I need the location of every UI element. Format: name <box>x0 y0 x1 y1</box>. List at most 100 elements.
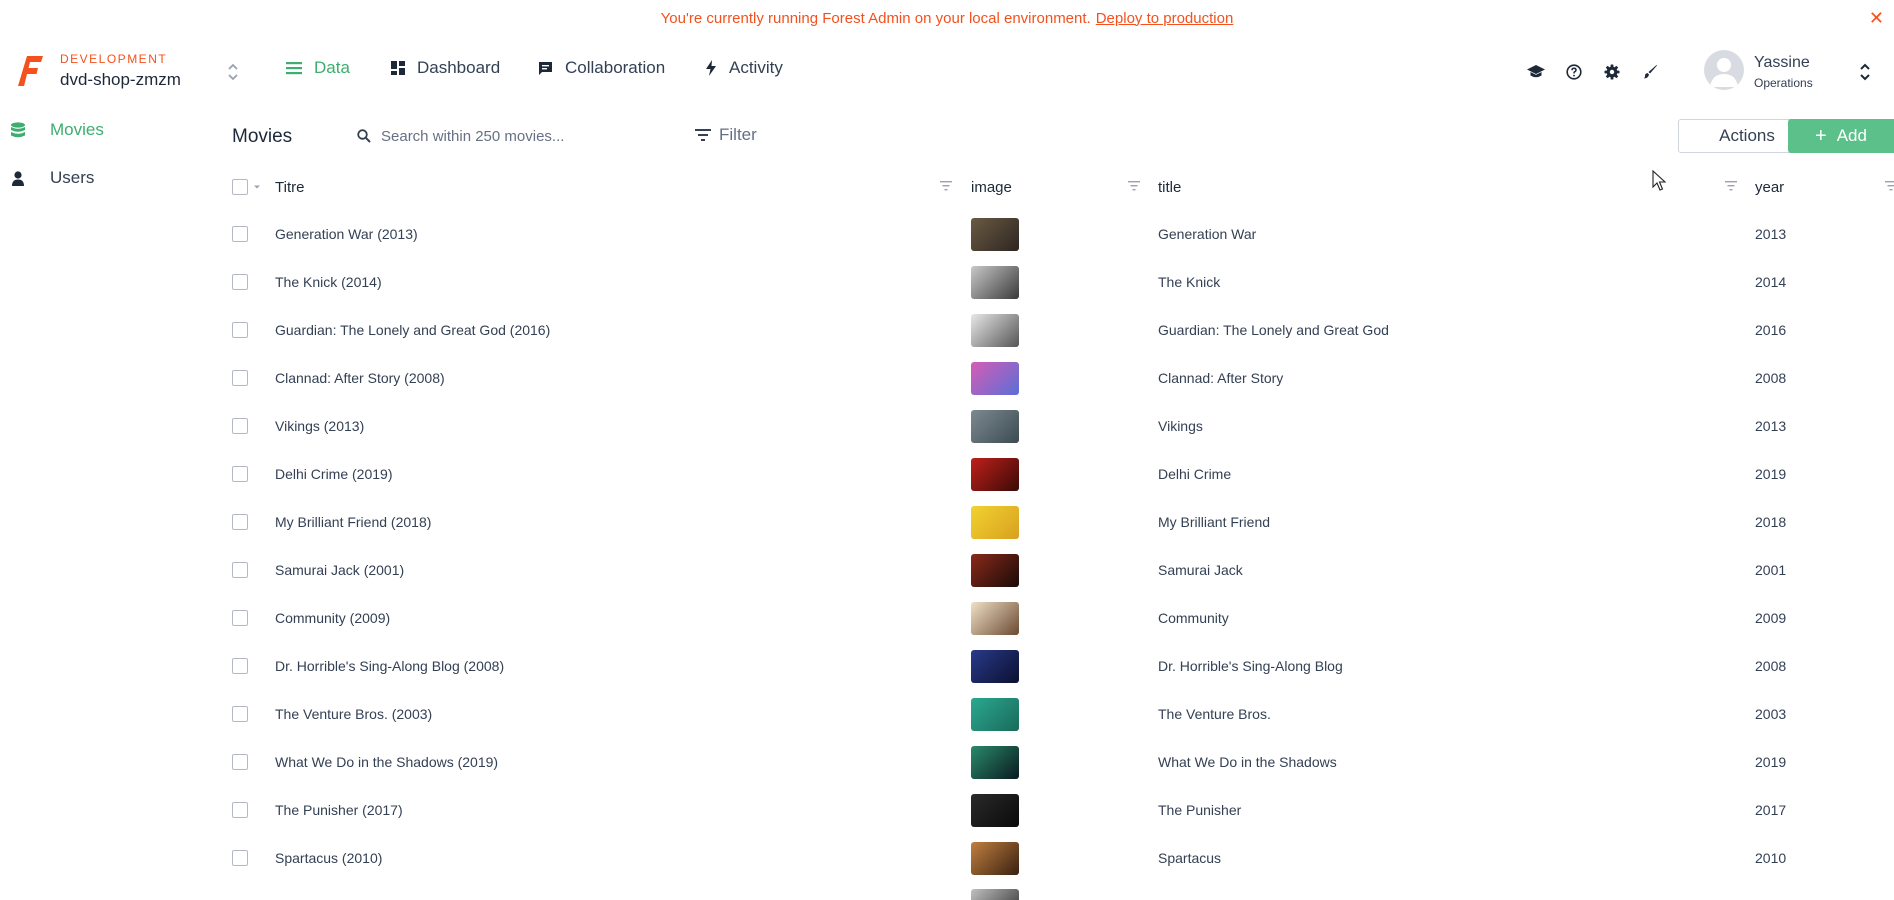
cell-image[interactable] <box>971 306 1019 354</box>
column-header-title[interactable]: title <box>1158 164 1181 210</box>
row-checkbox[interactable] <box>232 514 248 530</box>
cell-image[interactable] <box>971 354 1019 402</box>
table-row[interactable]: My Brilliant Friend (2018) My Brilliant F… <box>215 498 1894 546</box>
table-row[interactable]: Guardian: The Lonely and Great God (2016… <box>215 306 1894 354</box>
cell-image[interactable] <box>971 258 1019 306</box>
deploy-to-production-link[interactable]: Deploy to production <box>1096 10 1234 27</box>
cell-image[interactable] <box>971 402 1019 450</box>
cell-image[interactable] <box>971 786 1019 834</box>
avatar[interactable] <box>1704 50 1744 90</box>
column-filter-icon[interactable] <box>1885 181 1894 191</box>
cell-year[interactable]: 2008 <box>1755 642 1786 690</box>
cell-titre[interactable]: Guardian: The Lonely and Great God (2016… <box>275 306 550 354</box>
nav-collaboration[interactable]: Collaboration <box>538 58 665 78</box>
filter-button[interactable]: Filter <box>695 125 757 145</box>
cell-image[interactable] <box>971 642 1019 690</box>
movie-poster-image[interactable] <box>971 217 1019 251</box>
table-row[interactable]: Samurai Jack (2001) Samurai Jack 2001 <box>215 546 1894 594</box>
table-row[interactable]: The Punisher (2017) The Punisher 2017 <box>215 786 1894 834</box>
table-row[interactable]: Clannad: After Story (2008) Clannad: Afte… <box>215 354 1894 402</box>
cell-image[interactable] <box>971 594 1019 642</box>
movie-poster-image[interactable] <box>971 553 1019 587</box>
chevron-up-down-icon[interactable] <box>226 60 240 84</box>
table-row[interactable]: The Knick (2014) The Knick 2014 <box>215 258 1894 306</box>
row-checkbox[interactable] <box>232 226 248 242</box>
row-select[interactable] <box>232 354 248 402</box>
cell-titre[interactable]: Spartacus (2010) <box>275 834 382 882</box>
table-row[interactable] <box>215 882 1894 900</box>
cell-titre[interactable]: Vikings (2013) <box>275 402 364 450</box>
row-select[interactable] <box>232 498 248 546</box>
movie-poster-image[interactable] <box>971 841 1019 875</box>
row-checkbox[interactable] <box>232 754 248 770</box>
cell-title[interactable]: Guardian: The Lonely and Great God <box>1158 306 1389 354</box>
cell-image[interactable] <box>971 498 1019 546</box>
movie-poster-image[interactable] <box>971 745 1019 779</box>
column-header-year[interactable]: year <box>1755 164 1784 210</box>
movie-poster-image[interactable] <box>971 793 1019 827</box>
row-select[interactable] <box>232 306 248 354</box>
cell-titre[interactable]: Generation War (2013) <box>275 210 418 258</box>
gear-icon[interactable] <box>1602 62 1622 82</box>
movie-poster-image[interactable] <box>971 361 1019 395</box>
select-all[interactable] <box>232 164 261 210</box>
cell-image[interactable] <box>971 210 1019 258</box>
cell-title[interactable]: Clannad: After Story <box>1158 354 1283 402</box>
movie-poster-image[interactable] <box>971 889 1019 900</box>
table-row[interactable]: Community (2009) Community 2009 <box>215 594 1894 642</box>
cell-year[interactable]: 2001 <box>1755 546 1786 594</box>
project-selector[interactable]: DEVELOPMENT dvd-shop-zmzm <box>60 52 181 90</box>
nav-dashboard[interactable]: Dashboard <box>391 58 500 78</box>
row-checkbox[interactable] <box>232 466 248 482</box>
table-row[interactable]: The Venture Bros. (2003) The Venture Bros… <box>215 690 1894 738</box>
cell-titre[interactable]: The Venture Bros. (2003) <box>275 690 432 738</box>
cell-image[interactable] <box>971 882 1019 900</box>
row-checkbox[interactable] <box>232 706 248 722</box>
help-icon[interactable] <box>1564 62 1584 82</box>
row-checkbox[interactable] <box>232 658 248 674</box>
cell-title[interactable]: The Knick <box>1158 258 1220 306</box>
cell-title[interactable]: Generation War <box>1158 210 1256 258</box>
cell-year[interactable]: 2009 <box>1755 594 1786 642</box>
cell-title[interactable]: Samurai Jack <box>1158 546 1243 594</box>
column-header-image[interactable]: image <box>971 164 1012 210</box>
row-select[interactable] <box>232 546 248 594</box>
cell-year[interactable]: 2013 <box>1755 210 1786 258</box>
nav-data[interactable]: Data <box>286 58 350 78</box>
row-select[interactable] <box>232 834 248 882</box>
movie-poster-image[interactable] <box>971 457 1019 491</box>
cell-titre[interactable]: Samurai Jack (2001) <box>275 546 404 594</box>
search-box[interactable] <box>340 122 740 150</box>
table-row[interactable]: Delhi Crime (2019) Delhi Crime 2019 <box>215 450 1894 498</box>
cell-titre[interactable]: Clannad: After Story (2008) <box>275 354 445 402</box>
sidebar-item-movies[interactable]: Movies <box>0 106 215 154</box>
movie-poster-image[interactable] <box>971 313 1019 347</box>
cell-titre[interactable]: What We Do in the Shadows (2019) <box>275 738 498 786</box>
movie-poster-image[interactable] <box>971 649 1019 683</box>
cell-year[interactable]: 2008 <box>1755 354 1786 402</box>
row-select[interactable] <box>232 450 248 498</box>
search-input[interactable] <box>381 127 721 145</box>
table-row[interactable]: Generation War (2013) Generation War 2013 <box>215 210 1894 258</box>
row-checkbox[interactable] <box>232 370 248 386</box>
row-select[interactable] <box>232 738 248 786</box>
row-checkbox[interactable] <box>232 322 248 338</box>
movie-poster-image[interactable] <box>971 697 1019 731</box>
table-row[interactable]: What We Do in the Shadows (2019) What We … <box>215 738 1894 786</box>
row-checkbox[interactable] <box>232 802 248 818</box>
row-select[interactable] <box>232 402 248 450</box>
table-row[interactable]: Spartacus (2010) Spartacus 2010 <box>215 834 1894 882</box>
cell-year[interactable]: 2019 <box>1755 450 1786 498</box>
cell-image[interactable] <box>971 690 1019 738</box>
cell-title[interactable]: My Brilliant Friend <box>1158 498 1270 546</box>
cell-title[interactable]: Community <box>1158 594 1229 642</box>
table-row[interactable]: Dr. Horrible's Sing-Along Blog (2008) Dr.… <box>215 642 1894 690</box>
cell-year[interactable]: 2014 <box>1755 258 1786 306</box>
cell-titre[interactable]: The Punisher (2017) <box>275 786 403 834</box>
table-row[interactable]: Vikings (2013) Vikings 2013 <box>215 402 1894 450</box>
row-select[interactable] <box>232 786 248 834</box>
cell-title[interactable]: The Punisher <box>1158 786 1241 834</box>
cell-titre[interactable]: My Brilliant Friend (2018) <box>275 498 431 546</box>
cell-year[interactable]: 2018 <box>1755 498 1786 546</box>
cell-title[interactable]: The Venture Bros. <box>1158 690 1271 738</box>
